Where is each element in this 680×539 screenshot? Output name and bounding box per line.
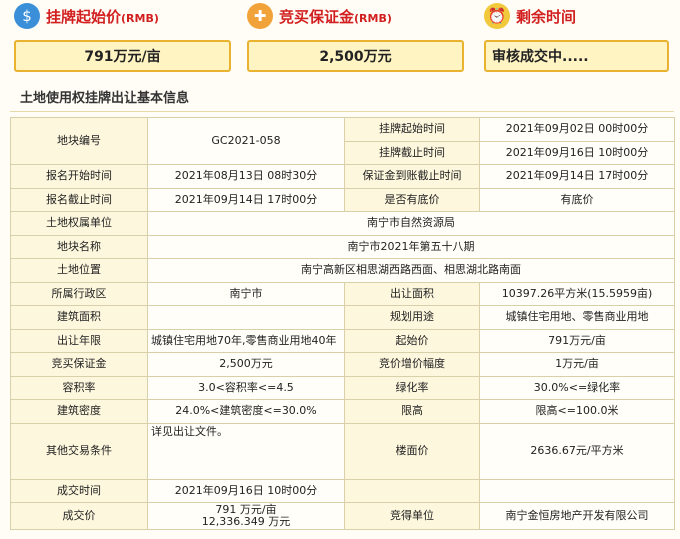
district-value: 南宁市 [147,281,345,306]
deal-price-total: 12,336.349 万元 [201,515,291,528]
area-label: 出让面积 [344,281,480,306]
deposit-title: 竞买保证金 [279,7,355,26]
listing-end-label: 挂牌截止时间 [344,140,480,165]
height-limit-value: 限高<=100.0米 [479,399,675,424]
term-label: 出让年限 [10,328,148,353]
green-ratio-value: 30.0%<=绿化率 [479,375,675,400]
land-info-table: 地块编号 GC2021-058 挂牌起始时间 2021年09月02日 00时00… [10,117,675,530]
table-row: 土地权属单位 南宁市自然资源局 [10,211,675,236]
land-owner-value: 南宁市自然资源局 [147,211,675,236]
deal-price-value: 791 万元/亩 12,336.349 万元 [147,502,345,530]
signup-start-label: 报名开始时间 [10,164,148,189]
empty-cell [344,478,480,503]
reserve-price-value: 有底价 [479,187,675,212]
planned-use-label: 规划用途 [344,305,480,330]
location-value: 南宁高新区相思湖西路西面、相思湖北路南面 [147,258,675,283]
location-label: 土地位置 [10,258,148,283]
parcel-name-label: 地块名称 [10,234,148,259]
parcel-id-value: GC2021-058 [147,117,345,165]
table-row: 出让年限 城镇住宅用地70年,零售商业用地40年 起始价 791万元/亩 [10,328,675,353]
floor-area-value [147,305,345,330]
reserve-price-label: 是否有底价 [344,187,480,212]
listing-start-value: 2021年09月02日 00时00分 [479,117,675,142]
building-density-value: 24.0%<建筑密度<=30.0% [147,399,345,424]
table-row: 地块编号 GC2021-058 挂牌起始时间 2021年09月02日 00时00… [10,117,675,165]
deal-time-label: 成交时间 [10,478,148,503]
deal-time-value: 2021年09月16日 10时00分 [147,478,345,503]
plot-ratio-value: 3.0<容积率<=4.5 [147,375,345,400]
empty-cell [479,478,675,503]
land-owner-label: 土地权属单位 [10,211,148,236]
deposit-deadline-label: 保证金到账截止时间 [344,164,480,189]
increment-value: 1万元/亩 [479,352,675,377]
increment-label: 竞价增价幅度 [344,352,480,377]
table-row: 地块名称 南宁市2021年第五十八期 [10,234,675,259]
plot-ratio-label: 容积率 [10,375,148,400]
winner-value: 南宁金恒房地产开发有限公司 [479,502,675,530]
start-price-title: 挂牌起始价 [46,7,122,26]
table-row: 土地位置 南宁高新区相思湖西路西面、相思湖北路南面 [10,258,675,283]
floor-price-label: 楼面价 [344,422,480,480]
term-value: 城镇住宅用地70年,零售商业用地40年 [147,328,345,353]
remaining-header: ⏰ 剩余时间 [484,2,576,30]
signup-end-value: 2021年09月14日 17时00分 [147,187,345,212]
start-price-value: 791万元/亩 [14,40,231,72]
other-conditions-value: 详见出让文件。 [147,422,345,480]
table-row: 报名截止时间 2021年09月14日 17时00分 是否有底价 有底价 [10,187,675,212]
floor-price-value: 2636.67元/平方米 [479,422,675,480]
bid-deposit-label: 竞买保证金 [10,352,148,377]
building-density-label: 建筑密度 [10,399,148,424]
alarm-clock-icon: ⏰ [484,3,510,29]
green-ratio-label: 绿化率 [344,375,480,400]
header-bar: $ 挂牌起始价(RMB) ✚ 竞买保证金(RMB) ⏰ 剩余时间 [0,0,680,34]
bid-deposit-value: 2,500万元 [147,352,345,377]
deposit-deadline-value: 2021年09月14日 17时00分 [479,164,675,189]
gift-icon: ✚ [247,3,273,29]
deposit-unit: (RMB) [354,11,392,25]
listing-start-label: 挂牌起始时间 [344,117,480,142]
signup-start-value: 2021年08月13日 08时30分 [147,164,345,189]
start-price-unit: (RMB) [121,11,159,25]
deposit-value: 2,500万元 [247,40,464,72]
table-row: 建筑密度 24.0%<建筑密度<=30.0% 限高 限高<=100.0米 [10,399,675,424]
starting-price-label: 起始价 [344,328,480,353]
listing-end-value: 2021年09月16日 10时00分 [479,140,675,165]
start-price-header: $ 挂牌起始价(RMB) [14,2,159,30]
signup-end-label: 报名截止时间 [10,187,148,212]
area-value: 10397.26平方米(15.5959亩) [479,281,675,306]
remaining-value: 审核成交中..... [484,40,669,72]
remaining-title: 剩余时间 [516,7,577,26]
section-title: 土地使用权挂牌出让基本信息 [10,86,674,112]
height-limit-label: 限高 [344,399,480,424]
table-row: 报名开始时间 2021年08月13日 08时30分 保证金到账截止时间 2021… [10,164,675,189]
table-row: 其他交易条件 详见出让文件。 楼面价 2636.67元/平方米 [10,422,675,480]
floor-area-label: 建筑面积 [10,305,148,330]
starting-price-value: 791万元/亩 [479,328,675,353]
table-row: 容积率 3.0<容积率<=4.5 绿化率 30.0%<=绿化率 [10,375,675,400]
other-conditions-label: 其他交易条件 [10,422,148,480]
district-label: 所属行政区 [10,281,148,306]
table-row: 建筑面积 规划用途 城镇住宅用地、零售商业用地 [10,305,675,330]
table-row: 竞买保证金 2,500万元 竞价增价幅度 1万元/亩 [10,352,675,377]
deal-price-label: 成交价 [10,502,148,530]
deposit-header: ✚ 竞买保证金(RMB) [247,2,392,30]
table-row: 成交价 791 万元/亩 12,336.349 万元 竞得单位 南宁金恒房地产开发… [10,502,675,530]
parcel-id-label: 地块编号 [10,117,148,165]
table-row: 成交时间 2021年09月16日 10时00分 [10,478,675,503]
parcel-name-value: 南宁市2021年第五十八期 [147,234,675,259]
table-row: 所属行政区 南宁市 出让面积 10397.26平方米(15.5959亩) [10,281,675,306]
planned-use-value: 城镇住宅用地、零售商业用地 [479,305,675,330]
price-tag-icon: $ [14,3,40,29]
winner-label: 竞得单位 [344,502,480,530]
